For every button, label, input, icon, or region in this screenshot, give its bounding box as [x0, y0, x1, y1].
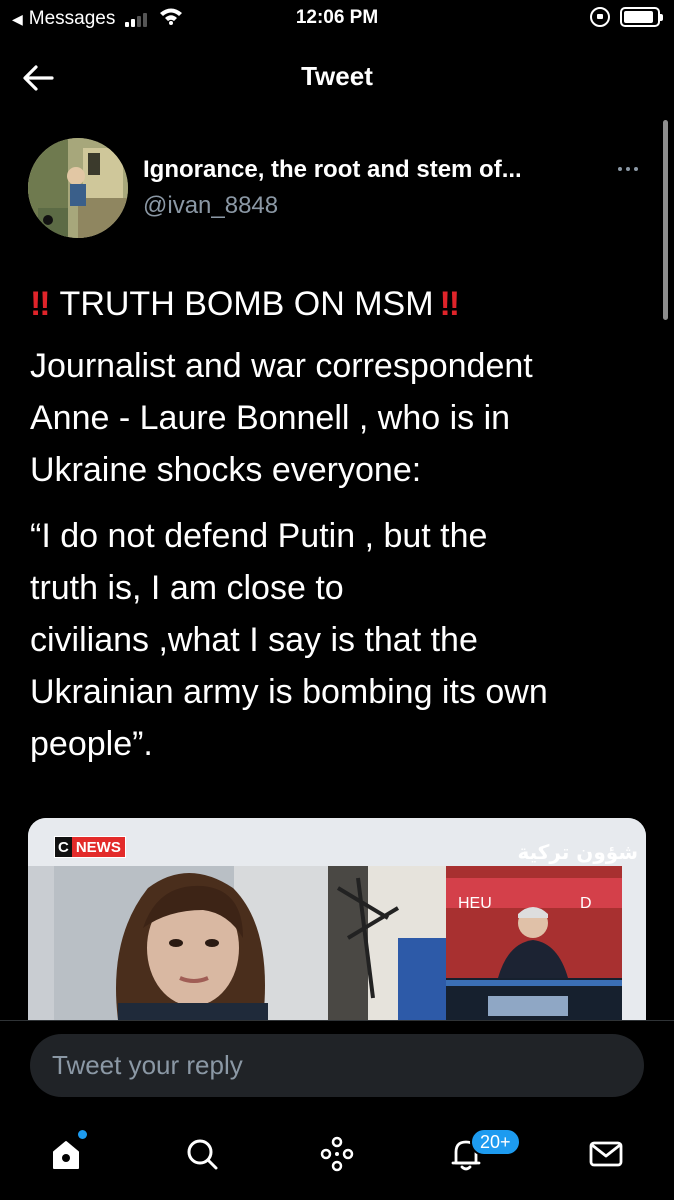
divider [0, 1020, 674, 1021]
tweet-quote: “I do not defend Putin , but the truth i… [30, 510, 650, 770]
tweet-line: Ukraine shocks everyone: [30, 451, 422, 489]
channel-watermark: شؤون تركية [517, 840, 638, 864]
tweet-line: truth is, I am close to [30, 569, 344, 607]
search-icon [187, 1139, 218, 1170]
tweet-line: civilians ,what I say is that the [30, 621, 478, 659]
headline-text: TRUTH BOMB ON MSM [59, 285, 434, 323]
avatar[interactable] [28, 138, 128, 238]
scroll-indicator[interactable] [663, 120, 668, 320]
tweet-line: Ukrainian army is bombing its own [30, 673, 548, 711]
reply-input[interactable]: Tweet your reply [30, 1034, 644, 1097]
battery-level [624, 11, 653, 23]
author-name[interactable]: Ignorance, the root and stem of... [143, 156, 522, 184]
tweet-paragraph: Journalist and war correspondent Anne - … [30, 340, 650, 496]
more-dot-icon [634, 167, 638, 171]
more-dot-icon [618, 167, 622, 171]
status-time: 12:06 PM [295, 7, 379, 28]
tweet-line: people”. [30, 725, 153, 763]
home-icon [53, 1141, 79, 1169]
bottom-nav: 20+ [0, 1120, 674, 1200]
rotation-lock-icon [590, 7, 610, 27]
tweet-line: Journalist and war correspondent [30, 347, 533, 385]
messages-icon [589, 1141, 623, 1167]
nav-header: Tweet [0, 48, 674, 108]
svg-text:HEU: HEU [458, 895, 492, 912]
author-handle[interactable]: @ivan_8848 [143, 192, 278, 220]
more-options-button[interactable] [610, 157, 646, 181]
tweet-body: ‼ TRUTH BOMB ON MSM ‼ Journalist and war… [30, 278, 650, 770]
nav-messages[interactable] [584, 1132, 628, 1176]
tweet-headline: ‼ TRUTH BOMB ON MSM ‼ [30, 278, 650, 330]
tweet-media-video[interactable]: HEU D C NEWS شؤون تركية [28, 818, 646, 1020]
spaces-icon [320, 1136, 354, 1172]
double-exclamation-icon: ‼ [439, 285, 461, 323]
tweet-line: “I do not defend Putin , but the [30, 517, 488, 555]
notification-badge: 20+ [470, 1128, 521, 1156]
double-exclamation-icon: ‼ [30, 285, 51, 323]
status-bar: ◀ Messages 12:06 PM [0, 0, 674, 40]
page-title: Tweet [301, 61, 373, 91]
battery-icon [620, 7, 663, 27]
cnews-logo: C NEWS [54, 836, 126, 858]
nav-spaces[interactable] [315, 1132, 359, 1176]
svg-text:D: D [580, 895, 592, 912]
tweet-line: Anne - Laure Bonnell , who is in [30, 399, 511, 437]
more-dot-icon [626, 167, 630, 171]
nav-search[interactable] [180, 1132, 224, 1176]
home-unread-dot [78, 1130, 87, 1139]
avatar-image [28, 138, 128, 238]
